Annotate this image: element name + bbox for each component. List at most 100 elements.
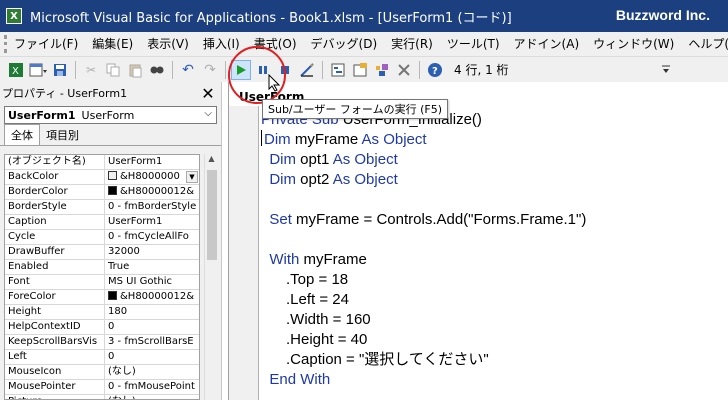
code-keyword: End With [269,371,331,388]
property-name: ForeColor [5,290,105,304]
find-icon[interactable] [147,60,167,80]
menu-item[interactable]: 挿入(I) [196,33,247,55]
save-icon[interactable] [50,60,70,80]
property-value-text: (なし) [108,396,136,399]
excel-icon[interactable]: X [6,8,22,24]
property-value[interactable]: UserForm1 [105,155,199,169]
property-name: Caption [5,215,105,229]
menu-item[interactable]: 実行(R) [384,33,440,55]
property-row[interactable]: (オブジェクト名) UserForm1 [5,155,199,170]
menu-item[interactable]: ツール(T) [440,33,507,55]
properties-window: プロパティ - UserForm1 ✕ UserForm1 UserForm ⌵… [0,82,222,400]
cut-icon[interactable]: ✂ [81,60,101,80]
dropdown-arrow-icon[interactable]: ▼ [186,171,198,183]
toolbar-options-icon[interactable] [662,65,670,75]
undo-icon[interactable]: ↶ [178,60,198,80]
property-value[interactable]: UserForm1 [105,215,199,229]
properties-grid: (オブジェクト名) UserForm1 BackColor &H8000000 ▼ Bor… [4,154,200,400]
property-row[interactable]: DrawBuffer 32000 [5,245,199,260]
property-row[interactable]: MousePointer 0 - fmMousePoint [5,380,199,395]
color-swatch [108,171,117,180]
property-name: MousePointer [5,380,105,394]
menu-item[interactable]: 書式(O) [247,33,304,55]
property-value[interactable]: &H8000000 ▼ [105,170,199,184]
close-icon[interactable]: ✕ [199,84,217,103]
property-value[interactable]: (なし) [105,365,199,379]
tab-categorized[interactable]: 項目別 [40,125,85,145]
menu-item[interactable]: ヘルプ(H) [681,33,728,55]
paste-icon[interactable] [125,60,145,80]
properties-title: プロパティ - UserForm1 [2,87,128,100]
svg-text:?: ? [432,66,438,77]
property-row[interactable]: Caption UserForm1 [5,215,199,230]
menu-item[interactable]: 表示(V) [140,33,196,55]
property-value[interactable]: &H80000012& [105,185,199,199]
properties-header: プロパティ - UserForm1 ✕ [0,82,221,104]
object-browser-icon[interactable] [372,60,392,80]
property-value[interactable]: (なし) [105,395,199,399]
property-value[interactable]: 0 - fmBorderStyle [105,200,199,214]
property-value[interactable]: 0 [105,350,199,364]
color-swatch [108,291,117,300]
property-value[interactable]: 3 - fmScrollBarsE [105,335,199,349]
project-explorer-icon[interactable] [328,60,348,80]
toolbox-icon[interactable] [394,60,414,80]
property-row[interactable]: Left 0 [5,350,199,365]
property-value[interactable]: 180 [105,305,199,319]
property-value[interactable]: MS UI Gothic [105,275,199,289]
redo-icon[interactable]: ↷ [200,60,220,80]
property-row[interactable]: BorderColor &H80000012& [5,185,199,200]
scroll-thumb[interactable] [207,170,217,260]
insert-userform-icon[interactable] [28,60,48,80]
run-sub-button[interactable] [231,59,251,80]
code-text: opt2 [300,171,333,188]
code-keyword: As Object [332,151,398,168]
property-row[interactable]: ForeColor &H80000012& [5,290,199,305]
property-name: MouseIcon [5,365,105,379]
chevron-down-icon[interactable]: ⌵ [204,108,212,119]
code-text: .Caption = "選択してください" [261,351,489,368]
menu-item[interactable]: アドイン(A) [507,33,587,55]
property-name: Height [5,305,105,319]
property-value[interactable]: 32000 [105,245,199,259]
object-selector[interactable]: UserForm1 UserForm ⌵ [4,106,217,124]
property-row[interactable]: BorderStyle 0 - fmBorderStyle [5,200,199,215]
property-row[interactable]: Height 180 [5,305,199,320]
menu-item[interactable]: ファイル(F) [7,33,85,55]
menu-item[interactable]: ウィンドウ(W) [586,33,681,55]
property-name: KeepScrollBarsVis [5,335,105,349]
property-name: Cycle [5,230,105,244]
property-name: (オブジェクト名) [5,155,105,169]
property-value[interactable]: 0 - fmMousePoint [105,380,199,394]
property-row[interactable]: HelpContextID 0 [5,320,199,335]
properties-window-icon[interactable] [350,60,370,80]
property-row[interactable]: Cycle 0 - fmCycleAllFo [5,230,199,245]
code-line: Dim opt2 As Object [261,170,728,190]
code-keyword: Dim [269,151,301,168]
property-value-text: True [108,261,130,272]
property-row[interactable]: Font MS UI Gothic [5,275,199,290]
property-row[interactable]: Picture(なし) [5,395,199,399]
excel-view-icon[interactable]: X [6,60,26,80]
scroll-up-icon[interactable]: ▲ [205,154,218,168]
property-value[interactable]: True [105,260,199,274]
property-row[interactable]: Enabled True [5,260,199,275]
design-mode-icon[interactable] [297,60,317,80]
property-value[interactable]: 0 - fmCycleAllFo [105,230,199,244]
property-row[interactable]: BackColor &H8000000 ▼ [5,170,199,185]
menu-item[interactable]: 編集(E) [85,33,140,55]
property-value[interactable]: &H80000012& [105,290,199,304]
code-gutter[interactable] [229,106,259,400]
properties-scrollbar[interactable]: ▲ [204,154,218,400]
help-icon[interactable]: ? [425,60,445,80]
property-row[interactable]: MouseIcon (なし) [5,365,199,380]
code-editor[interactable]: Private Sub UserForm_Initialize() Dim myF… [261,110,728,390]
code-text: myFrame [294,131,362,148]
copy-icon[interactable] [103,60,123,80]
property-value[interactable]: 0 [105,320,199,334]
tab-alphabetic[interactable]: 全体 [4,124,40,145]
property-row[interactable]: KeepScrollBarsVis 3 - fmScrollBarsE [5,335,199,350]
menu-item[interactable]: デバッグ(D) [304,33,385,55]
